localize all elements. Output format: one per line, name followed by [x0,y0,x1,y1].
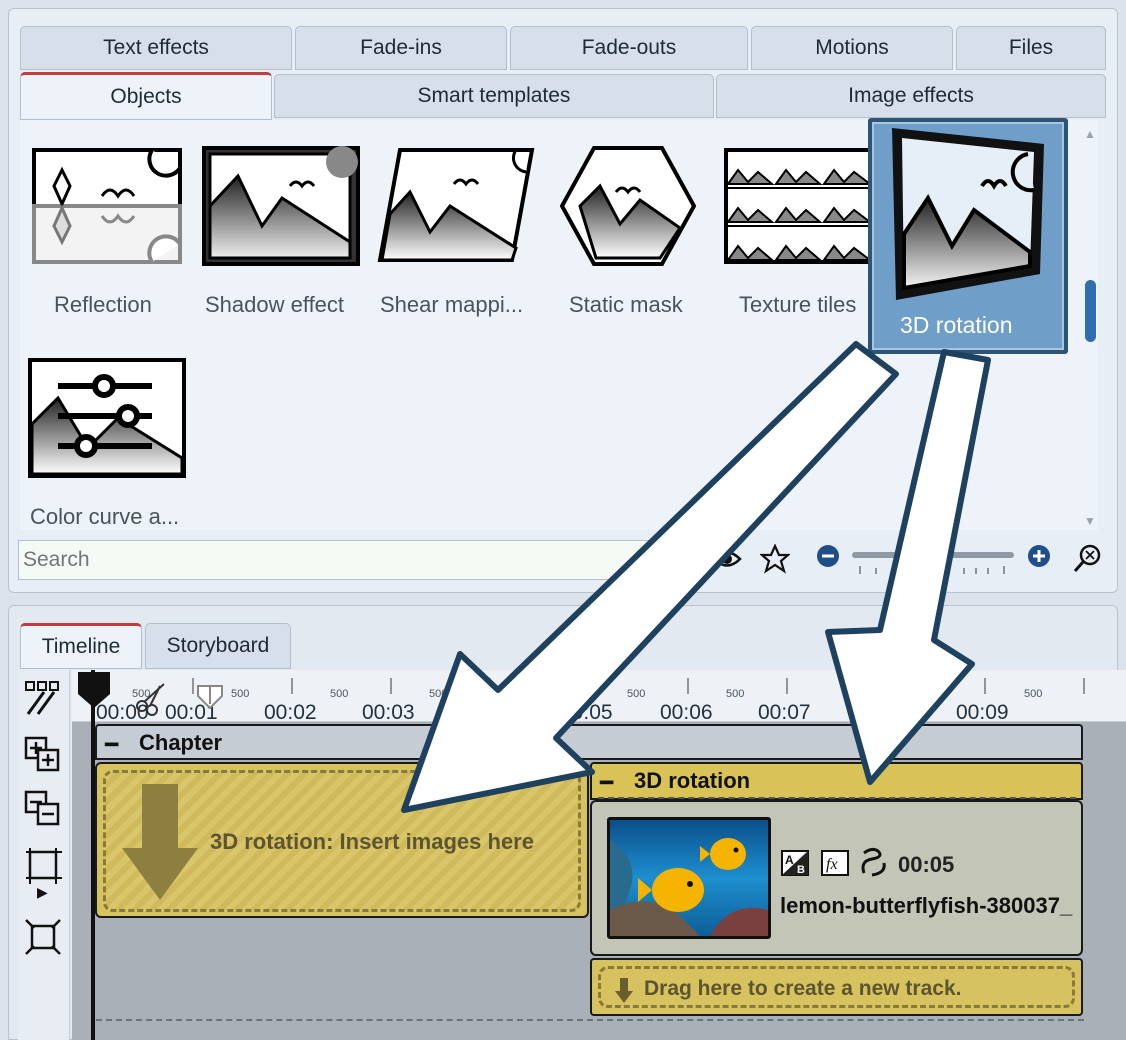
ruler-half-label: 500 [726,688,745,700]
texture-tiles-icon[interactable] [724,148,874,264]
add-track-icon[interactable] [24,736,62,774]
playhead-handle[interactable] [76,670,112,710]
fullscreen-icon[interactable] [24,918,62,956]
chapter-label: Chapter [139,730,223,755]
3d-rotation-icon [892,128,1044,300]
ruler-half-label: 500 [627,688,646,700]
shadow-effect-icon[interactable] [202,146,360,266]
tab-fade-ins[interactable]: Fade-ins [295,26,507,70]
effect-header-divider [598,797,1076,799]
magic-wand-icon[interactable] [24,680,62,716]
track-divider [96,1019,1084,1021]
zoom-in-icon[interactable] [1027,544,1051,568]
tab-motions[interactable]: Motions [751,26,953,70]
search-input[interactable] [18,540,698,580]
new-track-text: Drag here to create a new track. [644,977,962,1000]
object-label-shadow-effect: Shadow effect [205,292,345,317]
tab-text-effects[interactable]: Text effects [20,26,292,70]
svg-text:fx: fx [826,856,838,873]
eye-icon[interactable] [712,546,742,572]
collapse-icon[interactable]: ━ [105,732,118,758]
clip-thumbnail [607,817,771,939]
object-label-static-mask: Static mask [569,292,683,317]
star-icon[interactable] [760,544,790,574]
playhead-line[interactable] [91,670,95,1040]
zoom-fit-icon[interactable] [1072,542,1104,574]
ruler-half-label: 500 [429,688,448,700]
effect-track-header[interactable]: ━ 3D rotation [590,762,1083,800]
down-arrow-icon [122,784,198,900]
ruler-half-label: 500 [330,688,349,700]
insert-images-text: 3D rotation: Insert images here [210,829,534,854]
collapse-icon[interactable]: ━ [600,770,613,796]
object-label-reflection: Reflection [54,292,152,317]
small-down-arrow-icon [615,978,633,1003]
tab-timeline[interactable]: Timeline [20,623,142,669]
object-label-texture-tiles: Texture tiles [739,292,857,317]
object-label-3d-rotation: 3D rotation [900,312,1013,338]
tab-image-effects[interactable]: Image effects [716,74,1106,118]
zoom-slider-thumb[interactable] [904,544,914,566]
zoom-slider[interactable] [852,552,1014,558]
fit-timeline-icon[interactable] [24,846,62,884]
shear-mapping-icon[interactable] [376,148,536,264]
reflection-icon[interactable] [32,148,182,264]
static-mask-icon[interactable] [560,146,696,266]
tab-objects[interactable]: Objects [20,72,272,120]
object-label-shear-mapping: Shear mappi... [380,292,524,317]
clip-filename: lemon-butterflyfish-380037_ [780,893,1073,918]
clip-duration: 00:05 [898,852,955,877]
scroll-down-icon[interactable]: ▼ [1084,514,1096,528]
object-label-color-curve: Color curve a... [30,504,180,529]
motion-path-icon[interactable] [858,847,890,879]
fish-image [610,820,768,936]
color-curve-icon[interactable] [28,358,186,478]
effect-track-label: 3D rotation [634,768,751,793]
tab-fade-outs[interactable]: Fade-outs [510,26,748,70]
svg-text:A: A [785,853,794,867]
alpha-blend-icon[interactable]: A B [780,849,810,877]
tab-files[interactable]: Files [956,26,1106,70]
ruler-half-label: 500 [231,688,250,700]
tab-storyboard[interactable]: Storyboard [145,623,291,669]
chapter-header[interactable]: ━ Chapter [95,724,1083,760]
scrollbar-thumb[interactable] [1085,280,1096,342]
tab-smart-templates[interactable]: Smart templates [274,74,714,118]
remove-track-icon[interactable] [24,790,62,828]
zoom-slider-ticks [859,566,1005,574]
scissors-icon[interactable] [134,680,170,716]
zoom-out-icon[interactable] [816,544,840,568]
function-icon[interactable]: fx [820,849,850,877]
ruler-half-label: 500 [1024,688,1043,700]
svg-text:B: B [797,864,805,876]
scroll-up-icon[interactable]: ▲ [1084,127,1096,141]
marker-icon[interactable] [196,684,226,710]
expand-arrow-icon[interactable]: ▶ [37,884,48,901]
